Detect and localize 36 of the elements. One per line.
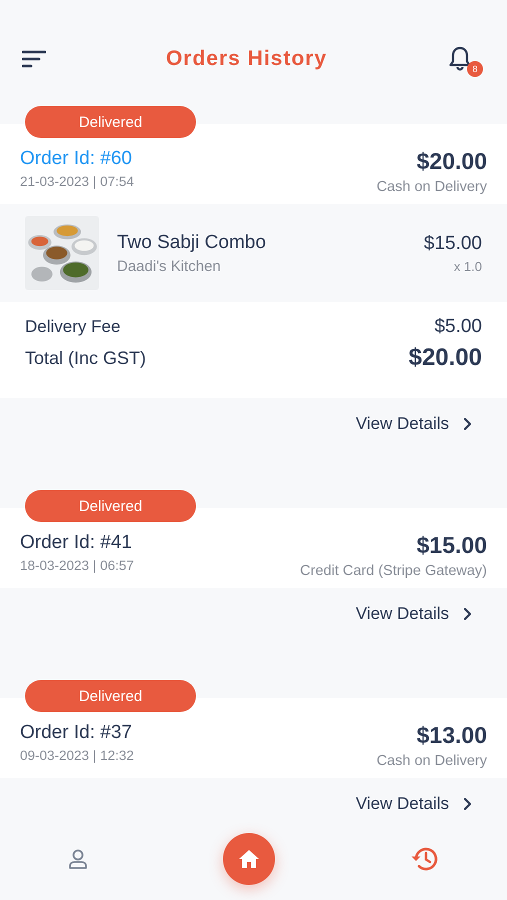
order-amount: $15.00 [416,532,487,559]
order-date: 21-03-2023 | 07:54 [20,174,134,189]
order-date: 18-03-2023 | 06:57 [20,558,134,573]
order-id: Order Id: #37 [20,722,133,744]
order-id: Order Id: #60 [20,148,133,170]
total-value: $20.00 [408,344,482,372]
view-details-link[interactable]: View Details [356,414,473,434]
status-badge: Delivered [25,680,196,712]
status-badge: Delivered [25,106,196,138]
chevron-right-icon [463,607,473,621]
menu-icon[interactable] [22,50,46,68]
home-button[interactable] [223,833,276,885]
status-badge: Delivered [25,490,196,522]
profile-icon[interactable] [67,848,90,870]
fee-label: Delivery Fee [25,317,120,337]
order-id: Order Id: #41 [20,532,133,554]
order-amount: $20.00 [416,148,487,175]
view-details-link[interactable]: View Details [356,794,473,814]
item-price: $15.00 [424,232,482,254]
chevron-right-icon [463,797,473,811]
view-details-link[interactable]: View Details [356,604,473,624]
item-quantity: x 1.0 [454,258,482,274]
notification-count-badge: 8 [467,61,483,77]
payment-method: Cash on Delivery [376,753,487,769]
item-name: Two Sabji Combo [117,232,267,254]
payment-method: Cash on Delivery [376,179,487,195]
payment-method: Credit Card (Stripe Gateway) [300,563,487,579]
restaurant-name: Daadi's Kitchen [117,258,222,274]
order-amount: $13.00 [416,722,487,749]
history-icon[interactable] [410,845,440,873]
total-label: Total (Inc GST) [25,348,146,368]
page-title: Orders History [166,47,328,71]
fee-value: $5.00 [434,316,482,338]
order-date: 09-03-2023 | 12:32 [20,748,134,763]
home-icon [238,849,260,869]
chevron-right-icon [463,417,473,431]
